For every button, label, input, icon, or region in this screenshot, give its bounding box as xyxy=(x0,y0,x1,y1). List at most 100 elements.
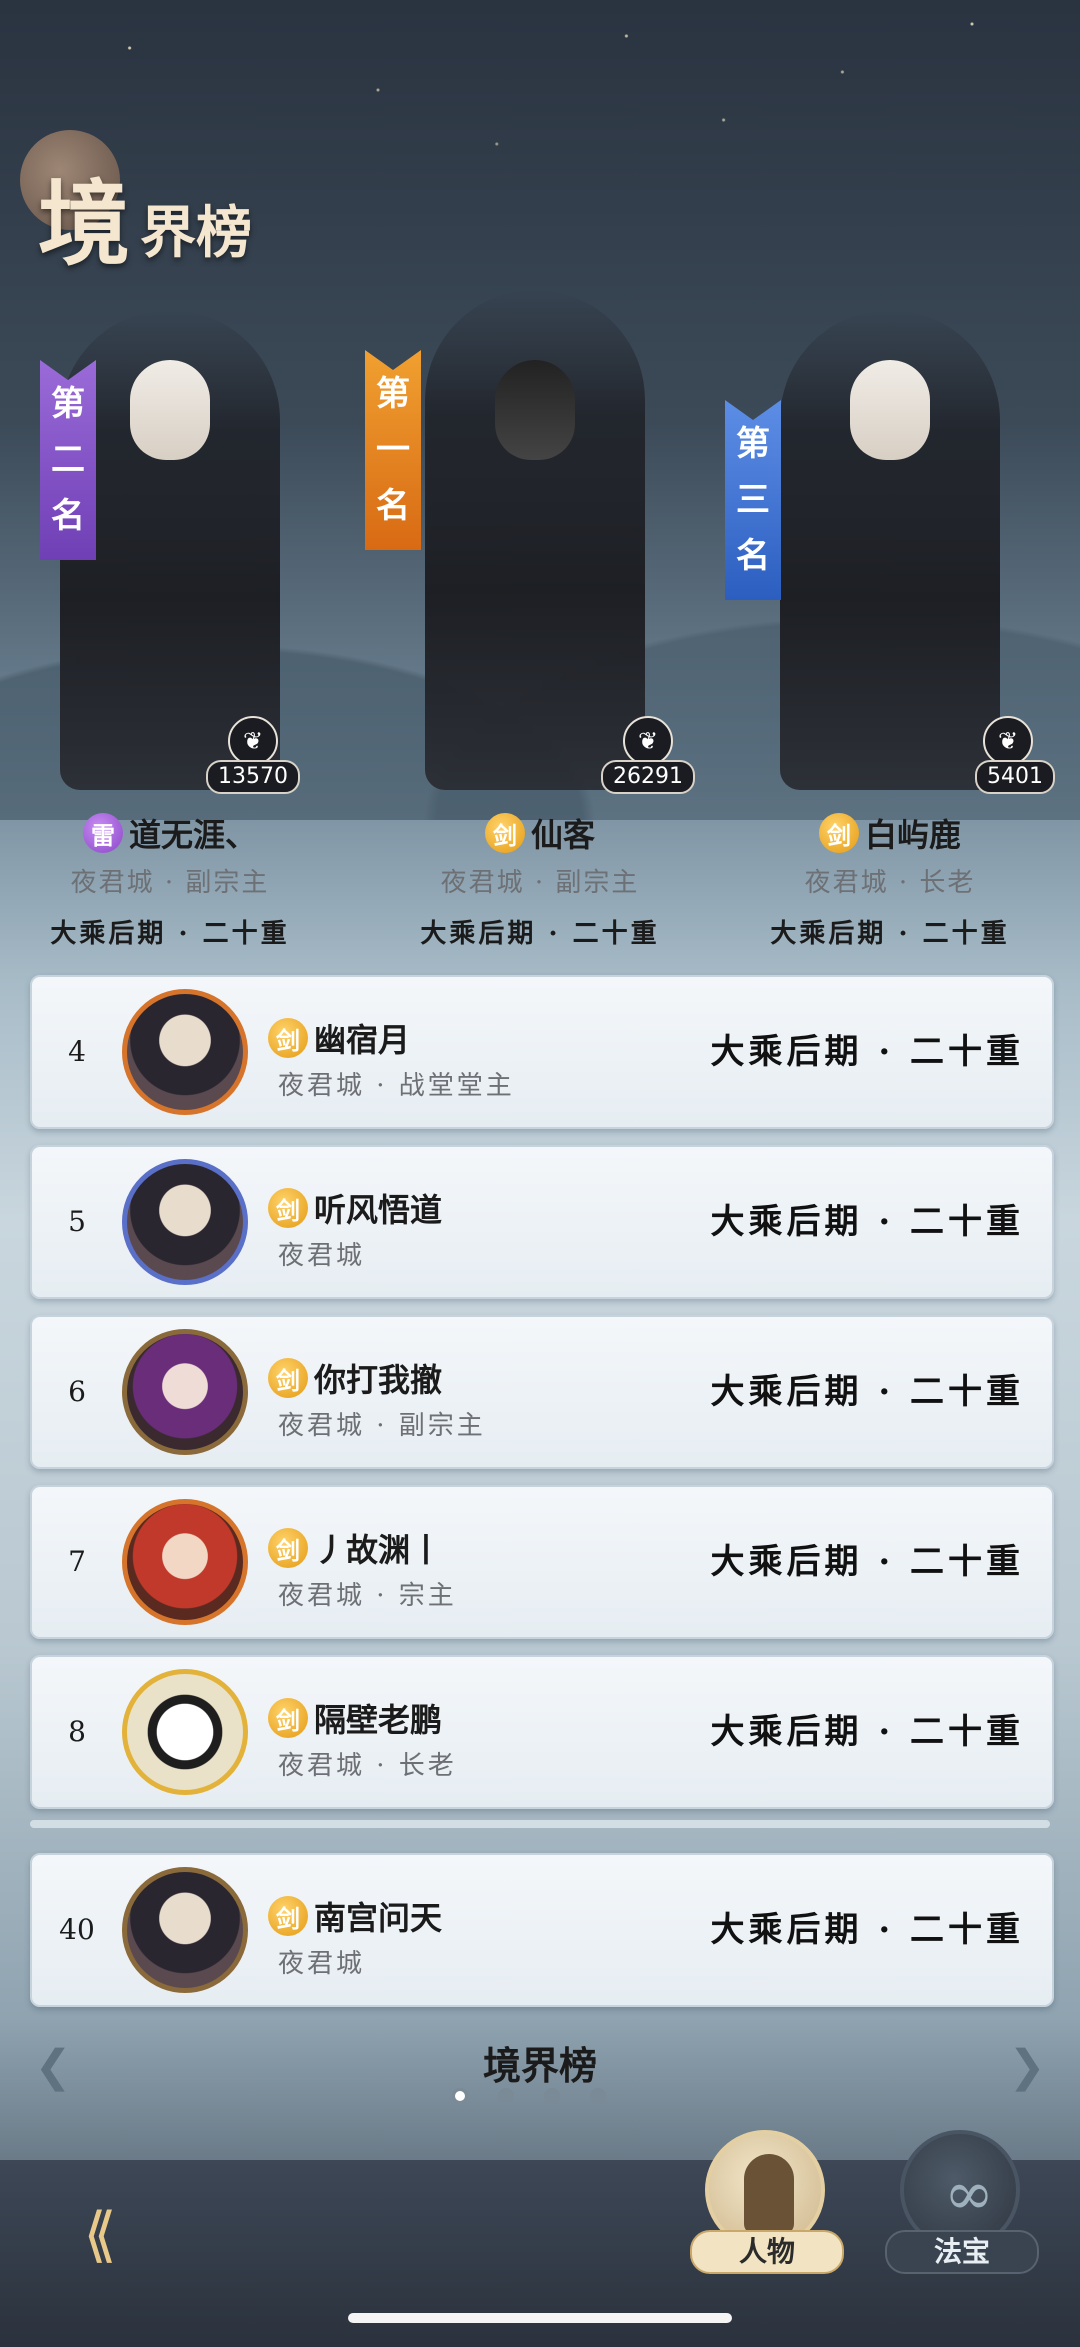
back-arrow-icon[interactable]: ⟪ xyxy=(45,2190,155,2280)
player-name-line: 剑 丿故渊丨 xyxy=(268,1525,442,1571)
list-item[interactable]: 7 剑 丿故渊丨 夜君城 · 宗主 大乘后期 · 二十重 xyxy=(30,1485,1054,1639)
character-head xyxy=(850,360,930,460)
like-counter[interactable]: ❦ 5401 xyxy=(965,716,1055,800)
player-name-line: 雷 道无涯、 xyxy=(0,810,340,856)
character-head xyxy=(495,360,575,460)
like-count: 26291 xyxy=(601,760,695,794)
player-sect: 夜君城 · 长老 xyxy=(804,868,976,898)
list-item[interactable]: 6 剑 你打我撤 夜君城 · 副宗主 大乘后期 · 二十重 xyxy=(30,1315,1054,1469)
ribbon-char: 第 xyxy=(51,384,85,424)
list-divider xyxy=(30,1820,1050,1828)
home-indicator[interactable] xyxy=(348,2313,732,2323)
player-name-line: 剑 白屿鹿 xyxy=(720,810,1060,856)
player-name: 白屿鹿 xyxy=(864,816,961,854)
element-badge: 剑 xyxy=(484,813,525,853)
player-realm: 大乘后期 · 二十重 xyxy=(420,919,660,949)
element-badge: 剑 xyxy=(268,1358,308,1398)
rank-number: 5 xyxy=(68,1205,86,1238)
player-name-line: 剑 幽宿月 xyxy=(268,1015,410,1061)
avatar xyxy=(122,1329,248,1455)
player-sect: 夜君城 · 战堂堂主 xyxy=(278,1071,515,1101)
person-icon xyxy=(744,2154,794,2234)
page-dot[interactable] xyxy=(544,2088,560,2104)
gourd-icon: ∞ xyxy=(944,2159,994,2229)
avatar xyxy=(122,1867,248,1993)
player-name-line: 剑 南宫问天 xyxy=(268,1893,442,1939)
player-realm: 大乘后期 · 二十重 xyxy=(710,1032,1024,1072)
player-name: 丿故渊丨 xyxy=(314,1531,443,1569)
podium-info-1: 剑 仙客 夜君城 · 副宗主 大乘后期 · 二十重 xyxy=(370,810,710,950)
player-name: 你打我撤 xyxy=(314,1361,443,1399)
player-sect: 夜君城 xyxy=(278,1241,366,1271)
rank-number: 6 xyxy=(68,1375,86,1408)
leaderboard-title: 境界榜 xyxy=(482,2043,597,2088)
player-sect: 夜君城 · 长老 xyxy=(278,1751,457,1781)
like-icon[interactable]: ❦ xyxy=(623,716,673,766)
player-realm: 大乘后期 · 二十重 xyxy=(710,1542,1024,1582)
ribbon-char: 第 xyxy=(376,374,410,414)
tab-label: 人物 xyxy=(690,2230,844,2274)
page-dot-active[interactable] xyxy=(452,2088,468,2104)
rank-number: 4 xyxy=(68,1035,86,1068)
player-realm: 大乘后期 · 二十重 xyxy=(710,1202,1024,1242)
character-head xyxy=(130,360,210,460)
podium-rank-2[interactable]: 第 二 名 ❦ 13570 xyxy=(20,300,320,800)
element-badge: 剑 xyxy=(818,813,859,853)
podium-info-2: 雷 道无涯、 夜君城 · 副宗主 大乘后期 · 二十重 xyxy=(0,810,340,950)
player-realm: 大乘后期 · 二十重 xyxy=(770,919,1010,949)
player-name: 南宫问天 xyxy=(314,1899,443,1937)
podium-info-3: 剑 白屿鹿 夜君城 · 长老 大乘后期 · 二十重 xyxy=(720,810,1060,950)
tab-treasure[interactable]: ∞ 法宝 xyxy=(885,2130,1039,2280)
tab-people[interactable]: 人物 xyxy=(690,2130,844,2280)
page-title: 境 界榜 xyxy=(20,130,440,278)
like-count: 5401 xyxy=(975,760,1055,794)
rank-ribbon-2: 第 二 名 xyxy=(40,360,96,560)
like-count: 13570 xyxy=(206,760,300,794)
player-sect: 夜君城 xyxy=(278,1949,366,1979)
element-badge: 剑 xyxy=(268,1698,308,1738)
avatar xyxy=(122,1159,248,1285)
rank-number: 8 xyxy=(68,1715,86,1748)
list-item[interactable]: 5 剑 听风悟道 夜君城 大乘后期 · 二十重 xyxy=(30,1145,1054,1299)
page-dot[interactable] xyxy=(590,2088,606,2104)
player-sect: 夜君城 · 宗主 xyxy=(278,1581,457,1611)
like-counter[interactable]: ❦ 26291 xyxy=(601,716,695,800)
ribbon-char: 一 xyxy=(376,430,410,470)
podium-rank-3[interactable]: 第 三 名 ❦ 5401 xyxy=(725,300,1055,800)
like-icon[interactable]: ❦ xyxy=(983,716,1033,766)
element-badge: 剑 xyxy=(268,1188,308,1228)
element-badge: 雷 xyxy=(82,813,123,853)
page-dot[interactable] xyxy=(498,2088,514,2104)
my-rank-row[interactable]: 40 剑 南宫问天 夜君城 大乘后期 · 二十重 xyxy=(30,1853,1054,2007)
player-realm: 大乘后期 · 二十重 xyxy=(710,1712,1024,1752)
list-item[interactable]: 4 剑 幽宿月 夜君城 · 战堂堂主 大乘后期 · 二十重 xyxy=(30,975,1054,1129)
page-title-big: 境 xyxy=(38,170,131,278)
player-name: 幽宿月 xyxy=(314,1021,411,1059)
podium-rank-1[interactable]: 第 一 名 ❦ 26291 xyxy=(365,290,695,800)
avatar xyxy=(122,1669,248,1795)
avatar xyxy=(122,1499,248,1625)
ribbon-char: 名 xyxy=(51,496,85,536)
player-sect: 夜君城 · 副宗主 xyxy=(440,868,640,898)
element-badge: 剑 xyxy=(268,1018,308,1058)
tab-label: 法宝 xyxy=(885,2230,1039,2274)
player-name-line: 剑 听风悟道 xyxy=(268,1185,442,1231)
like-counter[interactable]: ❦ 13570 xyxy=(206,716,300,800)
player-realm: 大乘后期 · 二十重 xyxy=(710,1910,1024,1950)
rank-ribbon-3: 第 三 名 xyxy=(725,400,781,600)
player-name-line: 剑 隔壁老鹏 xyxy=(268,1695,442,1741)
player-name-line: 剑 你打我撤 xyxy=(268,1355,442,1401)
rank-number: 7 xyxy=(68,1545,86,1578)
player-name: 听风悟道 xyxy=(314,1191,443,1229)
rank-number: 40 xyxy=(59,1913,95,1946)
element-badge: 剑 xyxy=(268,1896,308,1936)
player-realm: 大乘后期 · 二十重 xyxy=(50,919,290,949)
page-title-small: 界榜 xyxy=(140,200,252,266)
like-icon[interactable]: ❦ xyxy=(228,716,278,766)
ribbon-char: 名 xyxy=(736,536,770,576)
player-sect: 夜君城 · 副宗主 xyxy=(278,1411,486,1441)
rank-ribbon-1: 第 一 名 xyxy=(365,350,421,550)
page-indicator xyxy=(452,2088,606,2104)
ribbon-char: 第 xyxy=(736,424,770,464)
list-item[interactable]: 8 剑 隔壁老鹏 夜君城 · 长老 大乘后期 · 二十重 xyxy=(30,1655,1054,1809)
